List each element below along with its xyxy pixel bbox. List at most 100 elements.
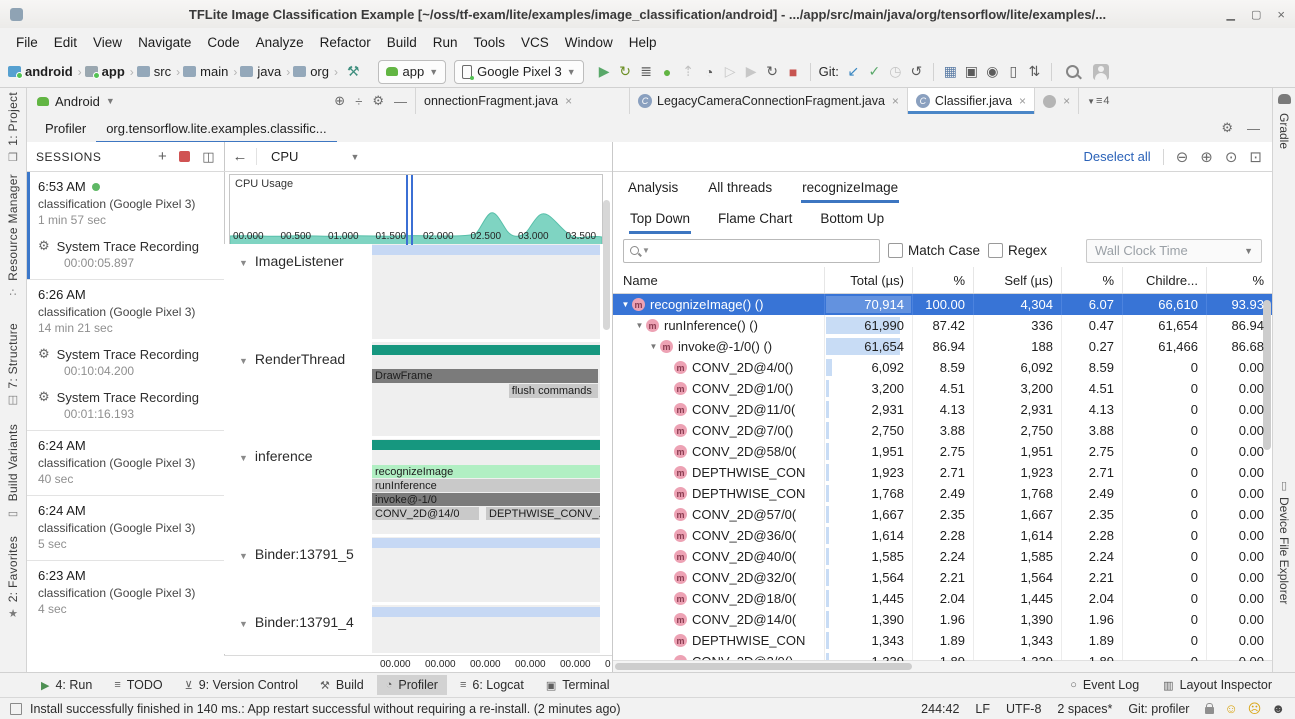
table-row[interactable]: mCONV_2D@58/0(1,9512.751,9512.7500.00 bbox=[613, 441, 1272, 462]
device-manager-icon[interactable]: ▯ bbox=[1003, 63, 1024, 80]
collapse-arrow-icon[interactable]: ▼ bbox=[239, 619, 248, 629]
close-tab-icon[interactable]: × bbox=[1019, 94, 1026, 108]
zoom-out-icon[interactable]: ⊖ bbox=[1176, 148, 1189, 166]
toolwindow-button-terminal[interactable]: ▣Terminal bbox=[537, 675, 619, 695]
menu-item-tools[interactable]: Tools bbox=[466, 31, 514, 54]
thread-scrollbar[interactable] bbox=[603, 200, 610, 330]
column-header--[interactable]: % bbox=[912, 267, 973, 293]
regex-checkbox[interactable]: Regex bbox=[988, 243, 1047, 258]
thread-track[interactable] bbox=[372, 537, 600, 602]
menu-item-view[interactable]: View bbox=[85, 31, 130, 54]
reset-zoom-icon[interactable]: ⊙ bbox=[1225, 148, 1238, 166]
tab-analysis[interactable]: Analysis bbox=[627, 174, 679, 201]
tool-strip-1-project[interactable]: 1: Project❐ bbox=[6, 92, 20, 164]
rerun-icon[interactable]: ↻ bbox=[762, 63, 783, 80]
editor-tab-onnectionfragment-java[interactable]: onnectionFragment.java× bbox=[415, 88, 630, 114]
stop-icon[interactable]: ■ bbox=[783, 64, 804, 80]
profiler-tab-session[interactable]: org.tensorflow.lite.examples.classific..… bbox=[96, 116, 336, 141]
menu-item-run[interactable]: Run bbox=[425, 31, 466, 54]
subtab-top-down[interactable]: Top Down bbox=[629, 205, 691, 232]
search-input[interactable]: ▼ bbox=[623, 239, 880, 263]
subtab-flame-chart[interactable]: Flame Chart bbox=[717, 205, 793, 232]
add-session-icon[interactable]: + bbox=[158, 148, 167, 165]
zoom-to-selection-icon[interactable]: ⊡ bbox=[1249, 148, 1262, 166]
tool-strip-device-file-explorer[interactable]: ▯Device File Explorer bbox=[1277, 479, 1291, 604]
device-dropdown[interactable]: Google Pixel 3 ▼ bbox=[454, 60, 583, 84]
expand-arrow-icon[interactable]: ▼ bbox=[647, 342, 660, 351]
thread-state-bar[interactable] bbox=[372, 538, 600, 548]
deselect-all-link[interactable]: Deselect all bbox=[1083, 149, 1150, 164]
rollback-icon[interactable]: ↺ bbox=[906, 63, 927, 80]
toolwindow-button-layout-inspector[interactable]: ▥Layout Inspector bbox=[1154, 675, 1281, 695]
table-row[interactable]: mCONV_2D@11/0(2,9314.132,9314.1300.00 bbox=[613, 399, 1272, 420]
menu-item-help[interactable]: Help bbox=[621, 31, 665, 54]
toolwindow-button-profiler[interactable]: ◔Profiler bbox=[377, 675, 447, 695]
breadcrumb-src[interactable]: src bbox=[137, 64, 171, 79]
table-horizontal-scrollbar[interactable] bbox=[613, 660, 1272, 672]
thread-state-bar[interactable] bbox=[372, 607, 600, 617]
thread-row-binder-13791-4[interactable]: ▼Binder:13791_4 bbox=[224, 605, 612, 654]
close-icon[interactable]: × bbox=[1277, 7, 1285, 22]
zoom-in-icon[interactable]: ⊕ bbox=[1200, 148, 1213, 166]
column-header-name[interactable]: Name bbox=[613, 273, 824, 288]
happy-face-icon[interactable]: ☺ bbox=[1224, 701, 1237, 716]
menu-item-vcs[interactable]: VCS bbox=[513, 31, 557, 54]
stop-session-icon[interactable] bbox=[179, 151, 190, 162]
locate-file-icon[interactable]: ⊕ bbox=[334, 93, 345, 109]
table-row[interactable]: mDEPTHWISE_CON1,9232.711,9232.7100.00 bbox=[613, 462, 1272, 483]
minimize-icon[interactable]: ▁ bbox=[1227, 8, 1235, 21]
back-arrow-icon[interactable]: ← bbox=[224, 148, 257, 165]
update-project-icon[interactable]: ↙ bbox=[843, 63, 864, 80]
terminal-toolwindow-icon[interactable]: ▣ bbox=[961, 63, 982, 80]
close-tab-icon[interactable]: × bbox=[565, 94, 572, 108]
tool-strip-2-favorites[interactable]: 2: Favorites★ bbox=[6, 536, 20, 620]
trace-event-runinference[interactable]: runInference bbox=[372, 479, 600, 492]
expand-arrow-icon[interactable]: ▼ bbox=[633, 321, 646, 330]
recording-item[interactable]: ⚙System Trace Recording bbox=[38, 346, 216, 362]
table-row[interactable]: mCONV_2D@1/0()3,2004.513,2004.5100.00 bbox=[613, 378, 1272, 399]
subtab-bottom-up[interactable]: Bottom Up bbox=[819, 205, 885, 232]
collapse-sessions-icon[interactable]: ◫ bbox=[202, 149, 215, 165]
thread-track[interactable] bbox=[372, 605, 600, 653]
history-icon[interactable]: ◷ bbox=[885, 63, 906, 80]
sync-project-icon[interactable]: ⇅ bbox=[1024, 63, 1045, 80]
table-row[interactable]: mCONV_2D@32/0(1,5642.211,5642.2100.00 bbox=[613, 567, 1272, 588]
tab-recognizeimage[interactable]: recognizeImage bbox=[801, 174, 899, 201]
thread-row-imagelistener[interactable]: ▼ImageListener bbox=[224, 244, 612, 342]
tool-strip-7-structure[interactable]: 7: Structure◫ bbox=[6, 323, 20, 407]
session-item[interactable]: 6:24 AMclassification (Google Pixel 3)40… bbox=[27, 430, 224, 495]
git-branch[interactable]: Git: profiler bbox=[1128, 702, 1189, 716]
trace-event-drawframe[interactable]: DrawFrame bbox=[372, 369, 598, 383]
expand-arrow-icon[interactable]: ▼ bbox=[619, 300, 632, 309]
toolwindow-button-build[interactable]: ⚒Build bbox=[311, 675, 373, 695]
table-row[interactable]: mCONV_2D@14/0(1,3901.961,3901.9600.00 bbox=[613, 609, 1272, 630]
trace-event-conv-2d-14-0[interactable]: CONV_2D@14/0 bbox=[372, 507, 479, 520]
session-item[interactable]: 6:24 AMclassification (Google Pixel 3)5 … bbox=[27, 495, 224, 560]
file-encoding[interactable]: UTF-8 bbox=[1006, 702, 1041, 716]
close-tab-icon[interactable]: × bbox=[1063, 94, 1070, 108]
run-config-dropdown[interactable]: app ▼ bbox=[378, 60, 447, 84]
column-header--[interactable]: % bbox=[1206, 267, 1272, 293]
project-structure-icon[interactable]: ▦ bbox=[940, 63, 961, 80]
table-row[interactable]: mDEPTHWISE_CON1,3431.891,3431.8900.00 bbox=[613, 630, 1272, 651]
debug-icon[interactable]: ● bbox=[657, 64, 678, 80]
thread-row-inference[interactable]: ▼inferencerecognizeImagerunInferenceinvo… bbox=[224, 439, 612, 537]
split-editor-badge[interactable]: ▼≡4 bbox=[1079, 88, 1117, 114]
menu-item-code[interactable]: Code bbox=[199, 31, 247, 54]
column-header-total-s-[interactable]: Total (µs) bbox=[824, 267, 912, 293]
collapse-arrow-icon[interactable]: ▼ bbox=[239, 551, 248, 561]
collapse-arrow-icon[interactable]: ▼ bbox=[239, 356, 248, 366]
menu-item-refactor[interactable]: Refactor bbox=[312, 31, 379, 54]
toolwindow-button-6-logcat[interactable]: ≡6: Logcat bbox=[451, 675, 533, 695]
attach-debugger-icon[interactable]: ⇡ bbox=[678, 63, 699, 80]
run-icon[interactable]: ▶ bbox=[594, 63, 615, 80]
collapse-arrow-icon[interactable]: ▼ bbox=[239, 453, 248, 463]
column-header--[interactable]: % bbox=[1061, 267, 1122, 293]
session-item[interactable]: 6:53 AMclassification (Google Pixel 3)1 … bbox=[27, 172, 224, 279]
profile-icon[interactable]: ◔ bbox=[699, 64, 720, 80]
table-row[interactable]: mCONV_2D@40/0(1,5852.241,5852.2400.00 bbox=[613, 546, 1272, 567]
menu-item-window[interactable]: Window bbox=[557, 31, 621, 54]
apply-changes-icon[interactable]: ↻ bbox=[615, 63, 636, 80]
trace-event-flush-commands[interactable]: flush commands bbox=[509, 384, 598, 398]
hide-panel-icon[interactable]: — bbox=[1247, 121, 1260, 136]
